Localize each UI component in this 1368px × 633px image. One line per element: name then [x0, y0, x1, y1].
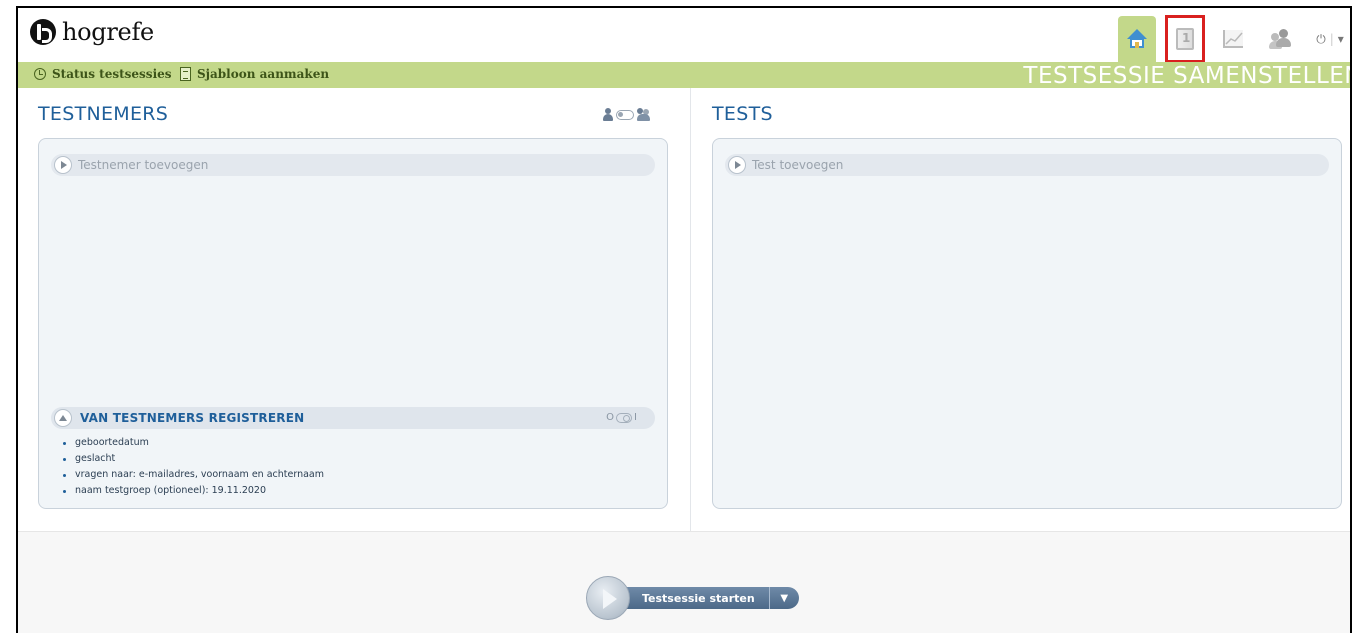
chevron-down-icon: ▾ [1337, 32, 1344, 46]
start-session-control: Testsessie starten ▼ [586, 575, 799, 621]
play-icon[interactable] [586, 576, 630, 620]
status-testsessies-link[interactable]: Status testsessies [34, 67, 172, 81]
main-nav: ⏻ | ▾ [1118, 12, 1350, 63]
testnemers-title: TESTNEMERS [38, 103, 169, 125]
toggle-on-label: I [634, 412, 637, 423]
toggle-off-label: O [606, 412, 615, 423]
footer-bar: Testsessie starten ▼ [18, 531, 1350, 633]
expand-play-icon[interactable] [54, 156, 72, 174]
register-toggle[interactable]: O I [606, 412, 637, 423]
group-icon [637, 108, 651, 121]
separator: | [1329, 32, 1334, 46]
column-divider [690, 88, 691, 531]
nav-tests-button[interactable] [1165, 15, 1205, 63]
toggle-switch[interactable] [616, 109, 634, 120]
status-testsessies-label: Status testsessies [52, 67, 172, 81]
testnemers-panel: Testnemer toevoegen VAN TESTNEMERS REGIS… [38, 138, 668, 509]
single-group-toggle[interactable] [603, 108, 651, 121]
top-header: hogrefe ⏻ | [18, 8, 1350, 63]
register-switch[interactable] [616, 412, 633, 423]
add-test-label: Test toevoegen [752, 158, 844, 172]
register-section-header[interactable]: VAN TESTNEMERS REGISTREREN O I [51, 407, 655, 429]
start-session-button[interactable]: Testsessie starten ▼ [620, 587, 799, 609]
power-icon: ⏻ [1316, 31, 1326, 46]
add-testnemer-label: Testnemer toevoegen [78, 158, 209, 172]
document-icon [180, 67, 191, 81]
power-menu-button[interactable]: ⏻ | ▾ [1310, 16, 1350, 62]
collapse-up-icon[interactable] [54, 409, 72, 427]
brand-name: hogrefe [62, 18, 154, 46]
add-testnemer-row[interactable]: Testnemer toevoegen [51, 154, 655, 176]
list-item: naam testgroep (optioneel): 19.11.2020 [61, 483, 324, 499]
app-window: hogrefe ⏻ | [16, 6, 1352, 633]
home-icon [1126, 29, 1148, 49]
sub-navigation-bar: Status testsessies Sjabloon aanmaken TES… [18, 62, 1350, 88]
list-item: vragen naar: e-mailadres, voornaam en ac… [61, 467, 324, 483]
nav-users-button[interactable] [1262, 16, 1300, 62]
sjabloon-aanmaken-link[interactable]: Sjabloon aanmaken [180, 67, 329, 81]
clock-icon [34, 68, 46, 80]
list-item: geboortedatum [61, 435, 324, 451]
hogrefe-logo[interactable]: hogrefe [30, 18, 154, 46]
register-fields-list: geboortedatum geslacht vragen naar: e-ma… [61, 435, 324, 499]
nav-home-button[interactable] [1118, 16, 1156, 62]
start-session-label: Testsessie starten [642, 591, 755, 605]
expand-play-icon[interactable] [728, 156, 746, 174]
chart-icon [1223, 30, 1243, 48]
register-section-title: VAN TESTNEMERS REGISTREREN [80, 411, 305, 425]
person-icon [603, 108, 613, 121]
hogrefe-logo-mark [30, 19, 56, 45]
book-icon [1176, 28, 1194, 50]
page-title: TESTSESSIE SAMENSTELLEN [1023, 63, 1350, 88]
tests-title: TESTS [712, 103, 773, 125]
nav-results-button[interactable] [1214, 16, 1252, 62]
tests-panel: Test toevoegen [712, 138, 1342, 509]
add-test-row[interactable]: Test toevoegen [725, 154, 1329, 176]
list-item: geslacht [61, 451, 324, 467]
chevron-down-icon[interactable]: ▼ [768, 587, 799, 609]
sjabloon-aanmaken-label: Sjabloon aanmaken [197, 67, 330, 81]
main-content: TESTNEMERS Testnemer toevoegen VAN TESTN… [18, 88, 1350, 531]
users-icon [1269, 29, 1293, 49]
